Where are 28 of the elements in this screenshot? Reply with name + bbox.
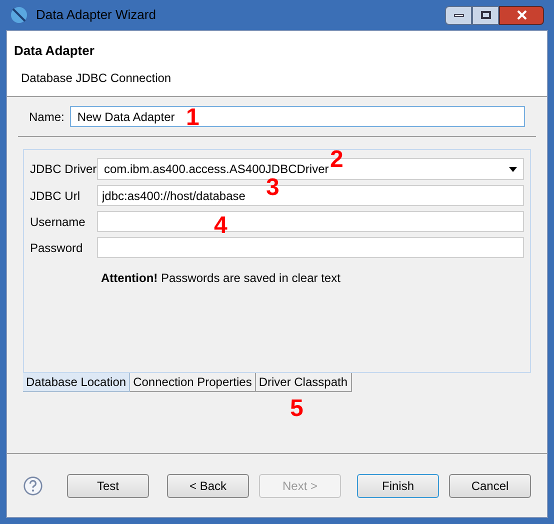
password-field[interactable] xyxy=(97,237,524,258)
dropdown-arrow-icon xyxy=(509,166,517,172)
help-icon[interactable] xyxy=(23,474,43,496)
callout-number: 4 xyxy=(214,214,228,238)
field-label: Username xyxy=(30,214,86,230)
text-field[interactable] xyxy=(97,211,524,232)
close-icon xyxy=(516,10,526,20)
field-label: Password xyxy=(30,240,84,256)
window-title: Data Adapter Wizard xyxy=(36,6,156,24)
callout-number: 1 xyxy=(186,106,200,130)
tab[interactable]: Database Location xyxy=(23,373,130,392)
dialog-button[interactable]: Test xyxy=(67,474,149,498)
page-title: Data Adapter xyxy=(14,42,96,60)
name-label: Name: xyxy=(29,108,64,126)
close-button[interactable] xyxy=(499,6,544,24)
dialog-button[interactable]: Finish xyxy=(357,474,439,498)
page-description: Database JDBC Connection xyxy=(21,70,172,86)
minimize-button[interactable] xyxy=(445,6,472,24)
maximize-button[interactable] xyxy=(472,6,499,24)
field-label: JDBC Driver xyxy=(30,161,97,178)
attention-note: Attention! Passwords are saved in clear text xyxy=(101,270,342,287)
app-icon xyxy=(10,6,28,24)
dialog-button[interactable]: < Back xyxy=(167,474,249,498)
callout-number: 5 xyxy=(290,397,304,421)
field-label: JDBC Url xyxy=(30,188,81,204)
tab[interactable]: Connection Properties xyxy=(130,373,256,392)
dialog-button[interactable]: Cancel xyxy=(449,474,531,498)
tab[interactable]: Driver Classpath xyxy=(256,373,352,392)
